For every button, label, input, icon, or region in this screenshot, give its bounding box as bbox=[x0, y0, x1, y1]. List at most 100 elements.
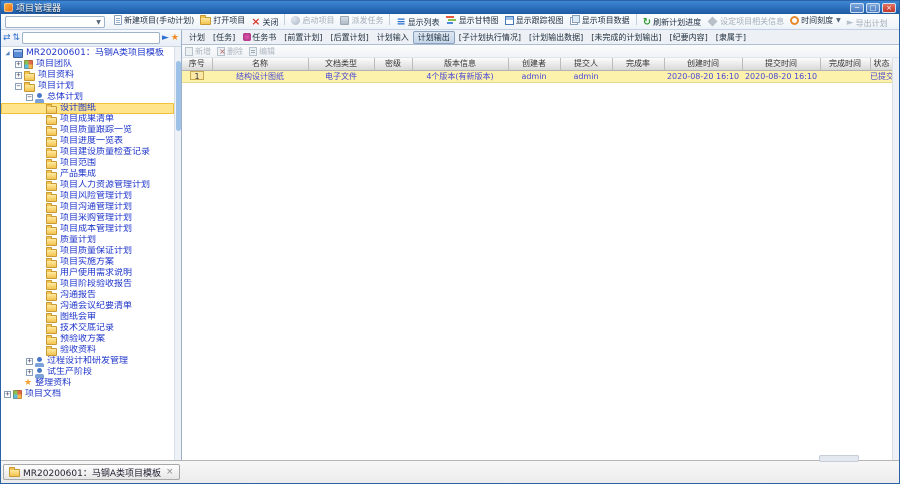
column-header[interactable]: 序号 bbox=[182, 58, 212, 70]
tree-item-17[interactable]: 质量计划 bbox=[1, 235, 174, 246]
tree-item-12[interactable]: 项目人力资源管理计划 bbox=[1, 180, 174, 191]
tree-item-18[interactable]: 项目质量保证计划 bbox=[1, 246, 174, 257]
expand-icon[interactable]: + bbox=[15, 61, 22, 68]
tab-9[interactable]: [未完成的计划输出] bbox=[587, 31, 665, 44]
column-header[interactable]: 名称 bbox=[212, 58, 308, 70]
close-button[interactable]: × bbox=[882, 3, 896, 13]
column-header[interactable]: 密级 bbox=[374, 58, 412, 70]
toolbar-button-list[interactable]: 显示列表 bbox=[393, 15, 442, 29]
folder-icon bbox=[24, 84, 35, 92]
tree-item-14[interactable]: 项目沟通管理计划 bbox=[1, 202, 174, 213]
maximize-button[interactable]: □ bbox=[866, 3, 880, 13]
toolbar-button-new-doc[interactable]: 新建项目(手动计划) bbox=[111, 14, 197, 27]
tree-item-26[interactable]: 预验收方案 bbox=[1, 334, 174, 345]
toolbar-button-open-folder[interactable]: 打开项目 bbox=[197, 14, 248, 27]
tab-1[interactable]: [任务] bbox=[209, 31, 239, 44]
tab-4[interactable]: [后置计划] bbox=[327, 31, 373, 44]
tree-item-11[interactable]: 产品集成 bbox=[1, 169, 174, 180]
tree-item-3[interactable]: −项目计划 bbox=[1, 81, 174, 92]
tree-item-1[interactable]: +项目团队 bbox=[1, 59, 174, 70]
column-header[interactable]: 完成时间 bbox=[820, 58, 870, 70]
close-project-icon[interactable]: × bbox=[166, 467, 174, 477]
column-header[interactable]: 创建时间 bbox=[664, 58, 742, 70]
tree-item-15[interactable]: 项目采购管理计划 bbox=[1, 213, 174, 224]
tree-item-label: 项目阶段验收报告 bbox=[60, 279, 132, 290]
tab-0[interactable]: 计划 bbox=[185, 31, 209, 44]
tree-item-25[interactable]: 技术交底记录 bbox=[1, 323, 174, 334]
column-header[interactable]: 提交人 bbox=[560, 58, 612, 70]
table-row[interactable]: 1结构设计图纸电子文件4个版本(有新版本)adminadmin2020-08-2… bbox=[182, 70, 893, 82]
collapse-icon[interactable]: ◢ bbox=[4, 50, 11, 57]
table-cell: admin bbox=[508, 70, 560, 82]
tree-item-19[interactable]: 项目实施方案 bbox=[1, 257, 174, 268]
tree-item-27[interactable]: 验收资料 bbox=[1, 345, 174, 356]
table-scrollbar[interactable] bbox=[892, 58, 899, 460]
column-header[interactable]: 完成率 bbox=[612, 58, 664, 70]
tree-item-29[interactable]: +试生产阶段 bbox=[1, 367, 174, 378]
search-filter-icon[interactable]: ★ bbox=[171, 32, 179, 44]
sidebar-scrollbar-thumb[interactable] bbox=[176, 61, 181, 131]
project-combo[interactable]: ▼ bbox=[5, 16, 105, 28]
tree-item-9[interactable]: 项目建设质量检查记录 bbox=[1, 147, 174, 158]
tree-item-31[interactable]: + 项目文档 bbox=[1, 389, 174, 400]
column-header[interactable]: 文档类型 bbox=[308, 58, 374, 70]
expand-icon[interactable]: + bbox=[26, 358, 33, 365]
tree-item-label: 过程设计和研发管理 bbox=[47, 356, 128, 367]
expand-icon[interactable]: + bbox=[26, 369, 33, 376]
tree-item-30[interactable]: 整理资料 bbox=[1, 378, 174, 389]
toolbar-button-refresh[interactable]: 刷新计划进度 bbox=[640, 16, 704, 30]
tree-item-24[interactable]: 图纸会审 bbox=[1, 312, 174, 323]
tab-3[interactable]: [前置计划] bbox=[280, 31, 326, 44]
tab-2[interactable]: 任务书 bbox=[239, 31, 280, 44]
sort-icon[interactable]: ⇅ bbox=[13, 32, 21, 44]
tree-item-23[interactable]: 沟通会议纪要清单 bbox=[1, 301, 174, 312]
person-icon bbox=[35, 368, 44, 378]
toolbar-button-data[interactable]: 显示项目数据 bbox=[567, 14, 633, 27]
tree-item-8[interactable]: 项目进度一览表 bbox=[1, 136, 174, 147]
tree-item-16[interactable]: 项目成本管理计划 bbox=[1, 224, 174, 235]
minimize-button[interactable]: ─ bbox=[850, 3, 864, 13]
tree-item-4[interactable]: −总体计划 bbox=[1, 92, 174, 103]
window-title: 项目管理器 bbox=[16, 1, 850, 14]
toolbar-button-track[interactable]: 显示跟踪视图 bbox=[502, 14, 567, 28]
tab-6[interactable]: 计划输出 bbox=[413, 31, 455, 44]
search-go-icon[interactable]: ► bbox=[162, 32, 169, 44]
tree-item-10[interactable]: 项目范围 bbox=[1, 158, 174, 169]
tab-5[interactable]: 计划输入 bbox=[373, 31, 413, 44]
collapse-icon[interactable]: − bbox=[15, 83, 22, 90]
tab-10[interactable]: [纪要内容] bbox=[666, 31, 712, 44]
column-header[interactable]: 提交时间 bbox=[742, 58, 820, 70]
sidebar-scrollbar[interactable] bbox=[174, 47, 181, 460]
tree-item-label: 项目人力资源管理计划 bbox=[60, 180, 150, 191]
tab-8[interactable]: [计划输出数据] bbox=[525, 31, 587, 44]
tree-item-22[interactable]: 沟通报告 bbox=[1, 290, 174, 301]
tree-item-13[interactable]: 项目风险管理计划 bbox=[1, 191, 174, 202]
search-input[interactable] bbox=[22, 32, 160, 44]
tree-item-0[interactable]: ◢MR20200601：马钢A类项目模板 bbox=[1, 48, 174, 59]
tab-7[interactable]: [子计划执行情况] bbox=[455, 31, 525, 44]
tree-item-6[interactable]: 项目成果清单 bbox=[1, 114, 174, 125]
grid-toolbar-button-label: 新增 bbox=[195, 46, 211, 57]
tab-11[interactable]: [隶属于] bbox=[712, 31, 750, 44]
expand-icon[interactable]: + bbox=[15, 72, 22, 79]
column-header[interactable]: 创建者 bbox=[508, 58, 560, 70]
toolbar-button-gantt[interactable]: 显示甘特图 bbox=[443, 14, 502, 27]
column-header[interactable]: 版本信息 bbox=[412, 58, 508, 70]
toolbar-button-clock[interactable]: 时间刻度▼ bbox=[787, 14, 844, 28]
open-project-tab[interactable]: MR20200601：马钢A类项目模板 × bbox=[3, 464, 180, 480]
table-header-row: 序号名称文档类型密级版本信息创建者提交人完成率创建时间提交时间完成时间状态 bbox=[182, 58, 893, 70]
tree-item-28[interactable]: + 过程设计和研发管理 bbox=[1, 356, 174, 367]
tree-item-5[interactable]: 设计图纸 bbox=[1, 103, 174, 114]
tree-item-2[interactable]: +项目资料 bbox=[1, 70, 174, 81]
expand-icon[interactable]: + bbox=[4, 391, 11, 398]
sidebar-search-row: ⇄ ⇅ ► ★ bbox=[1, 30, 181, 47]
tree-item-21[interactable]: 项目阶段验收报告 bbox=[1, 279, 174, 290]
refresh-tree-icon[interactable]: ⇄ bbox=[3, 32, 11, 44]
tree-item-label: 项目文档 bbox=[25, 389, 61, 400]
toolbar-button-close-x[interactable]: 关闭 bbox=[248, 15, 281, 29]
column-header[interactable]: 状态 bbox=[870, 58, 893, 70]
tree-item-20[interactable]: 用户使用需求说明 bbox=[1, 268, 174, 279]
collapse-icon[interactable]: − bbox=[26, 94, 33, 101]
tree-item-7[interactable]: 项目质量跟踪一览 bbox=[1, 125, 174, 136]
table-cell: 结构设计图纸 bbox=[212, 70, 308, 82]
